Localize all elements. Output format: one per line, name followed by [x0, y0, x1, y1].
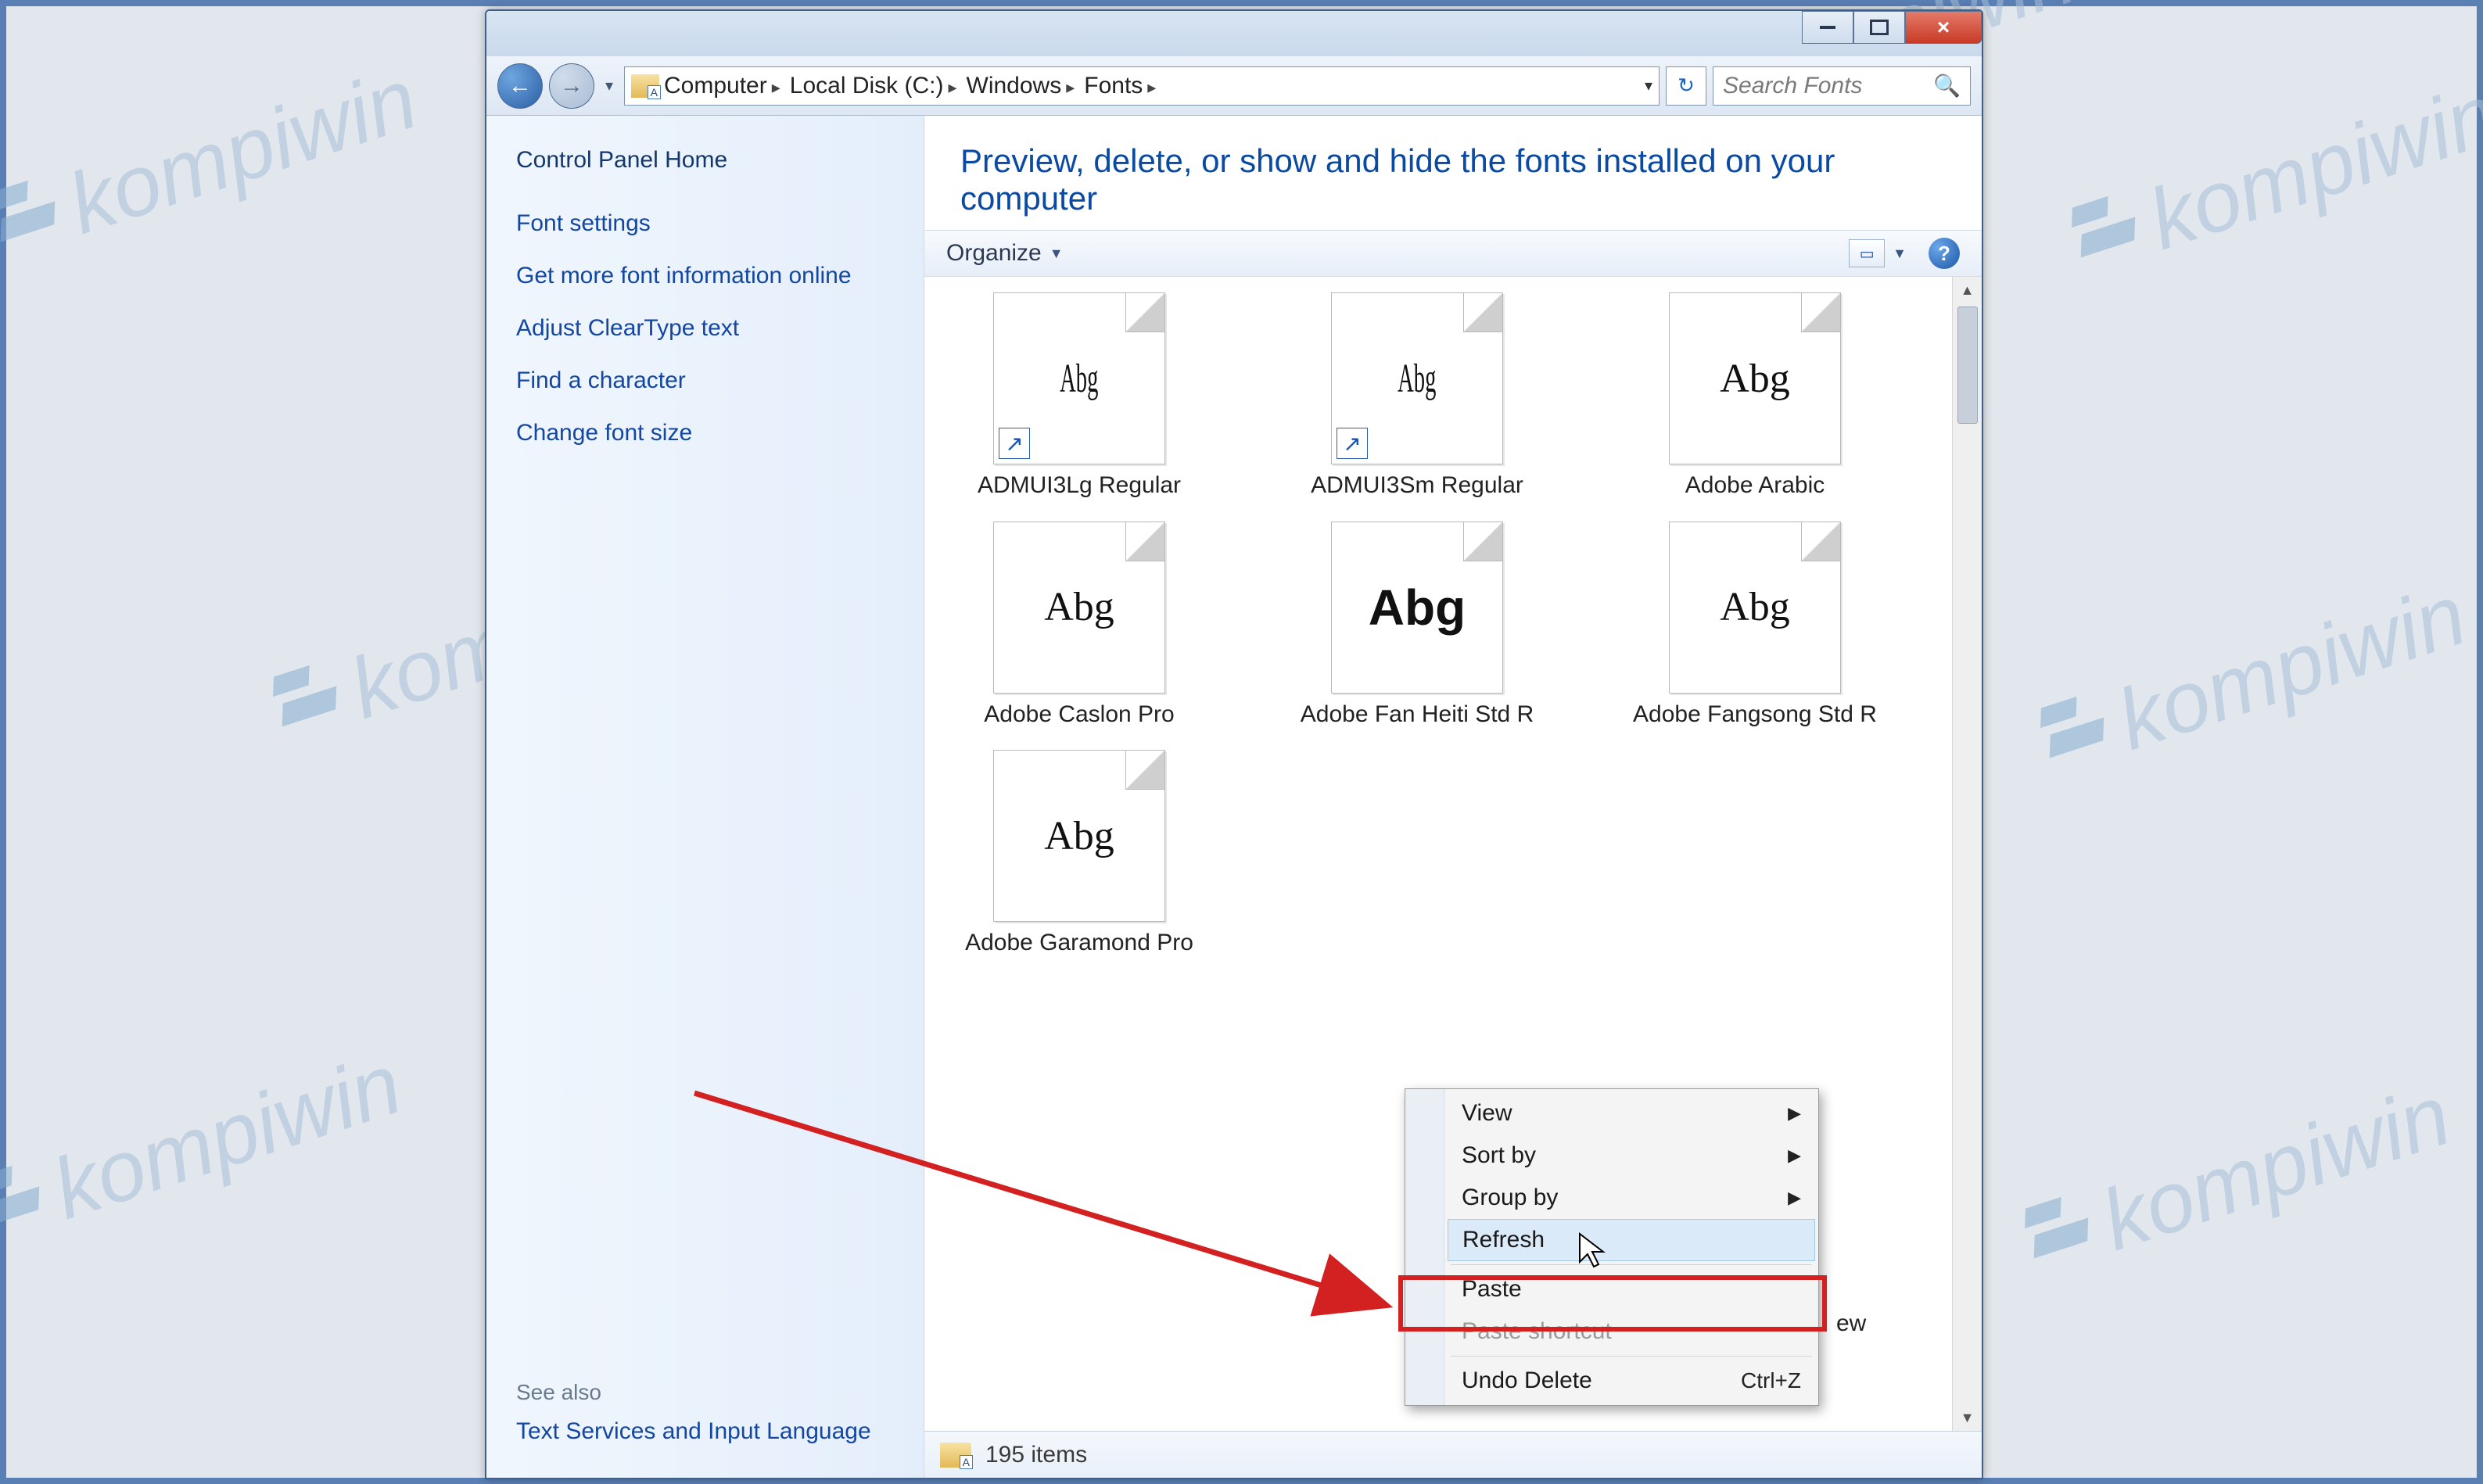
status-item-count: 195 items: [985, 1442, 1087, 1468]
submenu-arrow-icon: ▶: [1788, 1188, 1801, 1208]
back-button[interactable]: ←: [497, 63, 543, 109]
page-heading: Preview, delete, or show and hide the fo…: [924, 116, 1982, 230]
menu-item-paste-shortcut: Paste shortcut: [1444, 1310, 1818, 1353]
caption-buttons: ×: [1802, 11, 1982, 44]
menu-item-group-by[interactable]: Group by▶: [1444, 1177, 1818, 1219]
breadcrumb-segment[interactable]: Fonts: [1084, 73, 1161, 99]
minimize-button[interactable]: [1802, 11, 1853, 44]
font-item[interactable]: Abg Adobe Garamond Pro: [954, 750, 1204, 957]
search-input[interactable]: Search Fonts 🔍: [1713, 66, 1971, 106]
scrollbar-thumb[interactable]: [1957, 306, 1978, 424]
menu-item-sort-by[interactable]: Sort by▶: [1444, 1135, 1818, 1177]
menu-item-view[interactable]: View▶: [1444, 1092, 1818, 1135]
toolbar: Organize ▼ ▭ ▼ ?: [924, 230, 1982, 277]
sidebar-link-change-font-size[interactable]: Change font size: [516, 418, 905, 448]
font-item[interactable]: Abg ↗ ADMUI3Sm Regular: [1292, 292, 1542, 500]
vertical-scrollbar[interactable]: ▲ ▼: [1952, 277, 1982, 1431]
menu-item-paste[interactable]: Paste: [1444, 1268, 1818, 1310]
menu-separator: [1451, 1356, 1812, 1357]
font-label: Adobe Fan Heiti Std R: [1301, 701, 1534, 729]
menu-item-refresh[interactable]: Refresh: [1448, 1219, 1815, 1261]
font-glyph: Abg: [1044, 813, 1114, 859]
view-mode-button[interactable]: ▭: [1849, 239, 1885, 267]
search-icon: 🔍: [1933, 73, 1961, 99]
font-label: Adobe Garamond Pro: [965, 930, 1193, 957]
address-dropdown-icon[interactable]: ▾: [1645, 76, 1652, 95]
help-button[interactable]: ?: [1929, 238, 1960, 269]
truncated-label: ew: [1836, 1310, 1866, 1337]
font-glyph: Abg: [1398, 356, 1436, 402]
status-bar: 195 items: [924, 1431, 1982, 1478]
submenu-arrow-icon: ▶: [1788, 1103, 1801, 1124]
font-glyph: Abg: [1044, 584, 1114, 630]
font-label: Adobe Fangsong Std R: [1633, 701, 1877, 729]
scroll-up-icon[interactable]: ▲: [1953, 277, 1982, 303]
address-bar[interactable]: Computer Local Disk (C:) Windows Fonts ▾: [624, 66, 1660, 106]
menu-shortcut: Ctrl+Z: [1741, 1368, 1801, 1393]
forward-button[interactable]: →: [549, 63, 594, 109]
sidebar-link-cleartype[interactable]: Adjust ClearType text: [516, 313, 905, 343]
shortcut-icon: ↗: [999, 428, 1030, 459]
font-label: ADMUI3Sm Regular: [1311, 472, 1523, 500]
sidebar-link-font-settings[interactable]: Font settings: [516, 208, 905, 238]
font-label: ADMUI3Lg Regular: [978, 472, 1181, 500]
sidebar-link-more-font-info[interactable]: Get more font information online: [516, 260, 905, 291]
folder-icon: [940, 1443, 971, 1468]
font-label: Adobe Arabic: [1685, 472, 1825, 500]
view-mode-dropdown-icon[interactable]: ▼: [1893, 246, 1907, 262]
menu-separator: [1451, 1264, 1812, 1265]
control-panel-home-link[interactable]: Control Panel Home: [516, 147, 905, 174]
close-button[interactable]: ×: [1905, 11, 1982, 44]
search-placeholder: Search Fonts: [1723, 73, 1862, 99]
context-menu: View▶ Sort by▶ Group by▶ Refresh Paste P…: [1405, 1088, 1819, 1406]
history-dropdown[interactable]: ▾: [601, 76, 618, 95]
font-item[interactable]: Abg ↗ ADMUI3Lg Regular: [954, 292, 1204, 500]
refresh-button[interactable]: ↻: [1666, 66, 1706, 106]
scroll-down-icon[interactable]: ▼: [1953, 1404, 1982, 1431]
font-item[interactable]: Abg Adobe Fangsong Std R: [1630, 522, 1880, 729]
font-glyph: Abg: [1060, 356, 1098, 402]
shortcut-icon: ↗: [1337, 428, 1368, 459]
titlebar: ×: [486, 11, 1982, 56]
organize-button[interactable]: Organize: [946, 240, 1042, 267]
breadcrumb-segment[interactable]: Computer: [664, 73, 785, 99]
maximize-button[interactable]: [1853, 11, 1905, 44]
submenu-arrow-icon: ▶: [1788, 1145, 1801, 1166]
menu-item-undo-delete[interactable]: Undo DeleteCtrl+Z: [1444, 1360, 1818, 1402]
sidebar-link-text-services[interactable]: Text Services and Input Language: [516, 1416, 905, 1446]
breadcrumb-segment[interactable]: Local Disk (C:): [790, 73, 962, 99]
sidebar: Control Panel Home Font settings Get mor…: [486, 116, 924, 1478]
font-item[interactable]: Abg Adobe Fan Heiti Std R: [1292, 522, 1542, 729]
organize-dropdown-icon[interactable]: ▼: [1050, 246, 1064, 262]
folder-icon: [631, 74, 659, 98]
font-item[interactable]: Abg Adobe Arabic: [1630, 292, 1880, 500]
font-label: Adobe Caslon Pro: [984, 701, 1175, 729]
font-grid[interactable]: Abg ↗ ADMUI3Lg Regular Abg ↗ ADMUI3Sm Regu…: [954, 292, 1939, 957]
breadcrumb-segment[interactable]: Windows: [967, 73, 1080, 99]
font-glyph: Abg: [1720, 584, 1790, 630]
font-item[interactable]: Abg Adobe Caslon Pro: [954, 522, 1204, 729]
see-also-heading: See also: [516, 1380, 905, 1405]
font-glyph: Abg: [1720, 356, 1790, 402]
navigation-bar: ← → ▾ Computer Local Disk (C:) Windows F…: [486, 56, 1982, 116]
sidebar-link-find-character[interactable]: Find a character: [516, 365, 905, 396]
font-glyph: Abg: [1369, 579, 1466, 636]
